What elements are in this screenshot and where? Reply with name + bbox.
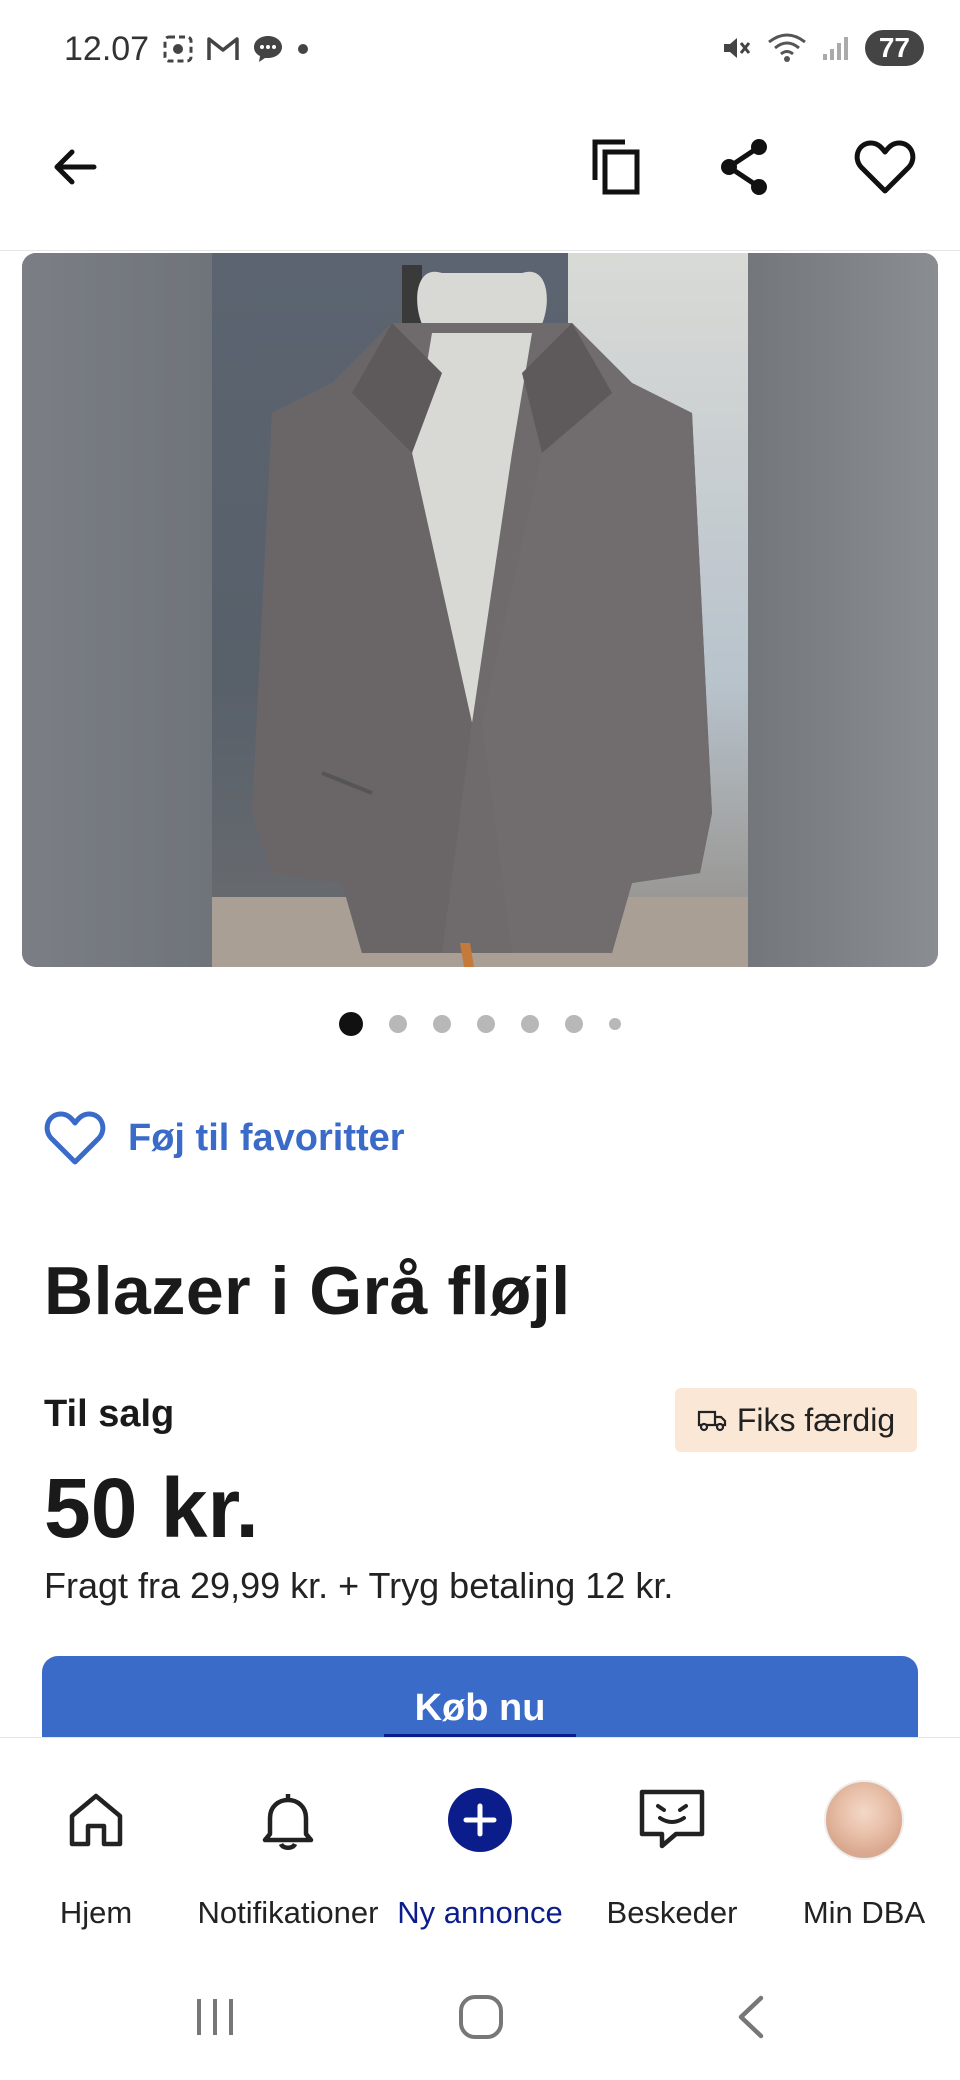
- pagination-dot-active[interactable]: [339, 1012, 363, 1036]
- message-icon: [254, 36, 282, 62]
- system-icons: 77: [721, 30, 924, 66]
- gmail-icon: [207, 37, 239, 60]
- status-bar: 12.07 77: [0, 0, 960, 105]
- add-to-favorites-label: Føj til favoritter: [128, 1116, 405, 1159]
- nav-item-profile[interactable]: Min DBA: [768, 1738, 960, 1948]
- pagination-dot[interactable]: [389, 1015, 407, 1033]
- share-button[interactable]: [710, 132, 780, 202]
- pagination-dot[interactable]: [521, 1015, 539, 1033]
- copy-button[interactable]: [582, 132, 652, 202]
- nav-item-home[interactable]: Hjem: [0, 1738, 192, 1948]
- favorite-button[interactable]: [850, 132, 920, 202]
- home-circle-icon: [459, 1995, 503, 2039]
- wifi-icon: [767, 33, 806, 62]
- recent-apps-icon: [197, 1999, 233, 2035]
- home-system-button[interactable]: [446, 1982, 516, 2052]
- heart-outline-icon: [854, 140, 916, 194]
- status-time: 12.07: [64, 30, 150, 68]
- delivery-truck-icon: [697, 1410, 726, 1432]
- nav-item-notifications[interactable]: Notifikationer: [192, 1738, 384, 1948]
- pagination-dot[interactable]: [433, 1015, 451, 1033]
- pagination-dot[interactable]: [565, 1015, 583, 1033]
- nav-item-messages[interactable]: Beskeder: [576, 1738, 768, 1948]
- nav-label: Notifikationer: [197, 1895, 379, 1930]
- recent-apps-button[interactable]: [180, 1982, 250, 2052]
- blazer-illustration: [252, 265, 712, 967]
- mute-icon: [723, 38, 751, 58]
- badge-label: Fiks færdig: [736, 1401, 896, 1438]
- system-navigation-bar: [0, 1960, 960, 2080]
- add-to-favorites[interactable]: Føj til favoritter: [44, 1110, 405, 1166]
- nav-label: Ny annonce: [397, 1895, 563, 1930]
- heart-outline-icon: [44, 1111, 106, 1165]
- sale-type: Til salg: [44, 1393, 175, 1435]
- chat-icon: [632, 1780, 712, 1860]
- pagination-dot[interactable]: [609, 1018, 621, 1030]
- shipping-info: Fragt fra 29,99 kr. + Tryg betaling 12 k…: [44, 1565, 674, 1606]
- avatar: [824, 1780, 904, 1860]
- app-bar: [0, 120, 960, 220]
- copy-icon: [592, 139, 640, 195]
- home-icon: [56, 1780, 136, 1860]
- pagination-dot[interactable]: [477, 1015, 495, 1033]
- battery-indicator: 77: [864, 30, 924, 66]
- screenshot-icon: [163, 35, 193, 63]
- signal-icon: [822, 37, 848, 60]
- back-system-button[interactable]: [716, 1982, 786, 2052]
- app-bar-divider: [0, 250, 960, 251]
- product-photo: [212, 253, 748, 967]
- nav-label: Beskeder: [606, 1895, 738, 1930]
- bell-icon: [248, 1780, 328, 1860]
- back-button[interactable]: [40, 132, 110, 202]
- notification-icons: [162, 34, 310, 64]
- arrow-left-icon: [54, 149, 97, 185]
- nav-label: Hjem: [59, 1895, 133, 1930]
- gallery-pagination: [0, 1012, 960, 1036]
- share-icon: [721, 139, 767, 195]
- listing-title: Blazer i Grå fløjl: [44, 1253, 571, 1329]
- nav-label: Min DBA: [802, 1895, 926, 1930]
- avatar-icon: [824, 1780, 904, 1860]
- gallery-blur-left: [22, 253, 212, 967]
- bottom-navigation: Hjem Notifikationer Ny annonce Beskeder …: [0, 1737, 960, 1948]
- dot-icon: [298, 44, 308, 54]
- image-gallery[interactable]: [22, 253, 938, 967]
- chevron-left-icon: [738, 1995, 764, 2039]
- nav-item-new-listing[interactable]: Ny annonce: [384, 1738, 576, 1948]
- plus-circle-icon: [440, 1780, 520, 1860]
- gallery-blur-right: [748, 253, 938, 967]
- shipping-badge: Fiks færdig: [675, 1388, 917, 1452]
- listing-price: 50 kr.: [44, 1461, 259, 1555]
